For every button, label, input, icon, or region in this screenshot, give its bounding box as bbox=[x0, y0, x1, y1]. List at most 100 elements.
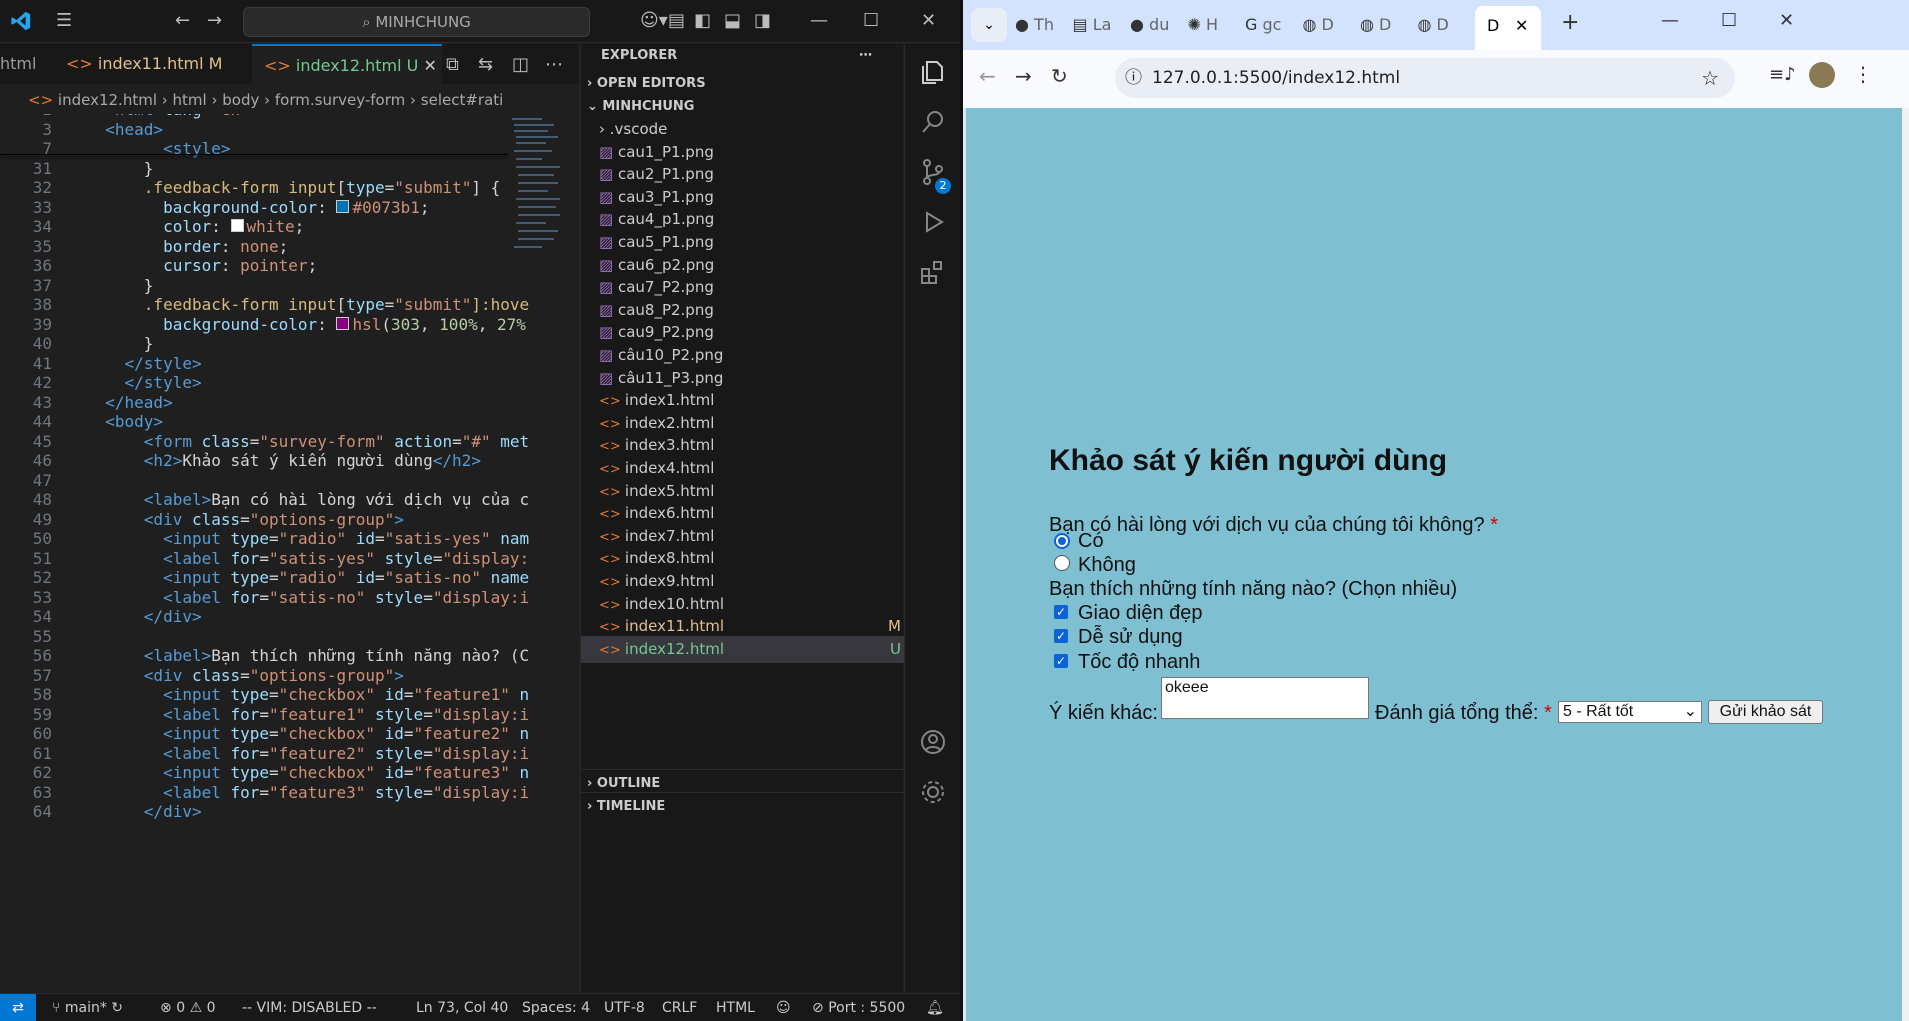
breadcrumb-item[interactable]: index12.html bbox=[58, 91, 157, 109]
avatar[interactable] bbox=[1809, 62, 1835, 88]
image-file-icon: ▨ bbox=[599, 233, 618, 251]
more-menu-icon[interactable]: ⋮ bbox=[1853, 62, 1873, 86]
open-preview-icon[interactable]: ⧉ bbox=[446, 54, 459, 76]
breadcrumb-item[interactable]: form.survey-form bbox=[275, 91, 405, 109]
radio-satis-no-label[interactable]: Không bbox=[1078, 554, 1136, 577]
copilot-status-icon[interactable]: ☺ bbox=[776, 994, 791, 1021]
browser-tab[interactable]: ◍ D bbox=[1360, 12, 1391, 38]
code-token: ]:hove bbox=[471, 295, 530, 314]
indentation[interactable]: Spaces: 4 bbox=[522, 994, 590, 1021]
breadcrumb: <> index12.html › html › body › form.sur… bbox=[28, 91, 504, 109]
file-item[interactable]: <> index12.html U bbox=[581, 635, 921, 663]
cursor-position[interactable]: Ln 73, Col 40 bbox=[416, 994, 508, 1021]
notifications-bell-icon[interactable]: 🔔︎ bbox=[926, 994, 944, 1021]
forward-arrow-icon[interactable]: → bbox=[207, 10, 222, 32]
browser-tab[interactable]: ✺ H bbox=[1188, 12, 1219, 38]
language-mode[interactable]: HTML bbox=[716, 994, 755, 1021]
minimap[interactable] bbox=[508, 114, 564, 284]
branch-indicator[interactable]: ⑂ main* ↻ bbox=[52, 994, 123, 1021]
menu-icon[interactable]: ☰ bbox=[56, 10, 72, 32]
tab-index12[interactable]: <> index12.html U ✕ bbox=[252, 44, 442, 86]
checkbox-feature1-label[interactable]: Giao diện đẹp bbox=[1078, 602, 1203, 625]
code-token: <input bbox=[163, 763, 231, 782]
breadcrumb-item[interactable]: body bbox=[222, 91, 259, 109]
run-debug-icon[interactable] bbox=[919, 208, 947, 236]
close-tab-icon[interactable]: ✕ bbox=[1515, 16, 1528, 35]
radio-satis-no[interactable] bbox=[1054, 555, 1070, 571]
browser-tab[interactable]: ● Th bbox=[1015, 12, 1054, 38]
back-arrow-icon[interactable]: ← bbox=[979, 64, 996, 88]
other-feedback-textarea[interactable]: okeee bbox=[1161, 677, 1369, 719]
radio-satis-yes-label[interactable]: Có bbox=[1078, 530, 1104, 553]
code-token: type bbox=[230, 568, 270, 587]
file-label: .vscode bbox=[609, 120, 668, 138]
problems-indicator[interactable]: ⊗ 0 ⚠ 0 bbox=[160, 994, 216, 1021]
browser-tab[interactable]: G gc bbox=[1245, 12, 1281, 38]
code-token: = bbox=[423, 704, 433, 724]
radio-satis-yes[interactable] bbox=[1054, 533, 1070, 549]
checkbox-feature3[interactable]: ✓ bbox=[1054, 654, 1068, 668]
more-actions-icon[interactable]: ⋯ bbox=[859, 44, 872, 68]
timeline-section[interactable]: › TIMELINE bbox=[581, 792, 909, 820]
layout-grid-icon[interactable]: ▤ bbox=[668, 10, 685, 32]
back-arrow-icon[interactable]: ← bbox=[175, 10, 190, 32]
close-window-icon[interactable]: ✕ bbox=[1779, 10, 1794, 31]
tab-html[interactable]: html bbox=[0, 44, 60, 84]
close-tab-icon[interactable]: ✕ bbox=[423, 56, 436, 75]
page-scrollbar[interactable] bbox=[1902, 108, 1909, 1021]
compare-icon[interactable]: ⇆ bbox=[478, 54, 493, 76]
explorer-files-icon[interactable] bbox=[919, 58, 947, 86]
tab-index11[interactable]: <> index11.html M bbox=[66, 44, 246, 84]
toggle-secondary-sidebar-icon[interactable]: ◨ bbox=[754, 10, 771, 32]
checkbox-feature1[interactable]: ✓ bbox=[1054, 605, 1068, 619]
reload-icon[interactable]: ↻ bbox=[1051, 64, 1068, 88]
site-info-icon[interactable]: ⓘ bbox=[1125, 68, 1142, 88]
browser-tab[interactable]: ▤ La bbox=[1073, 12, 1112, 38]
bookmark-star-icon[interactable]: ☆ bbox=[1701, 58, 1719, 98]
browser-tab[interactable]: ◍ D bbox=[1418, 12, 1449, 38]
toggle-primary-sidebar-icon[interactable]: ◧ bbox=[694, 10, 711, 32]
address-bar[interactable]: ⓘ 127.0.0.1:5500/index12.html ☆ bbox=[1115, 58, 1735, 98]
forward-arrow-icon[interactable]: → bbox=[1015, 64, 1032, 88]
minimize-icon[interactable]: — bbox=[1661, 10, 1679, 31]
maximize-icon[interactable]: ☐ bbox=[863, 10, 879, 32]
split-editor-icon[interactable]: ◫ bbox=[512, 54, 529, 76]
submit-survey-button[interactable]: Gửi khảo sát bbox=[1708, 700, 1823, 724]
browser-tab[interactable]: ◍ D bbox=[1303, 12, 1334, 38]
search-icon[interactable] bbox=[919, 108, 947, 136]
media-controls-icon[interactable]: ≡♪ bbox=[1769, 64, 1796, 85]
account-icon[interactable] bbox=[919, 728, 947, 756]
more-actions-icon[interactable]: ⋯ bbox=[545, 54, 563, 76]
line-ending[interactable]: CRLF bbox=[662, 994, 697, 1021]
maximize-icon[interactable]: ☐ bbox=[1721, 10, 1737, 31]
minimize-icon[interactable]: — bbox=[810, 10, 828, 32]
close-window-icon[interactable]: ✕ bbox=[921, 10, 936, 32]
breadcrumb-item[interactable]: select#rati bbox=[421, 91, 504, 109]
copilot-icon[interactable]: ☺▾ bbox=[640, 10, 668, 32]
remote-indicator-icon[interactable]: ⇄ bbox=[0, 994, 36, 1021]
active-browser-tab[interactable]: D ✕ bbox=[1475, 6, 1541, 50]
vim-status[interactable]: -- VIM: DISABLED -- bbox=[242, 994, 377, 1021]
code-token: for bbox=[230, 743, 260, 763]
rating-select[interactable]: 5 - Rất tốt ⌄ bbox=[1558, 701, 1702, 723]
code-editor[interactable]: 2 <html lang="en">3 <head>7 <style>31 }3… bbox=[0, 114, 578, 992]
extensions-icon[interactable] bbox=[919, 258, 947, 286]
checkbox-feature2-label[interactable]: Dễ sử dụng bbox=[1078, 626, 1183, 649]
gear-icon[interactable] bbox=[919, 778, 947, 806]
browser-tab[interactable]: ● du bbox=[1130, 12, 1169, 38]
browser-window: ⌄ ● Th ▤ La ● du ✺ H G gc ◍ D ◍ D ◍ D D ✕ + — ☐… bbox=[960, 0, 1909, 1021]
toggle-panel-icon[interactable]: ⬓ bbox=[724, 10, 741, 32]
chevron-right-icon: › bbox=[587, 799, 597, 814]
new-tab-icon[interactable]: + bbox=[1561, 10, 1579, 35]
live-server-port[interactable]: ⊘ Port : 5500 bbox=[812, 994, 905, 1021]
tab-search-icon[interactable]: ⌄ bbox=[971, 8, 1007, 42]
code-line: <input type="radio" id="satis-yes" nam bbox=[86, 529, 529, 548]
code-line: </div> bbox=[86, 607, 202, 626]
encoding[interactable]: UTF-8 bbox=[604, 994, 645, 1021]
breadcrumb-item[interactable]: html bbox=[173, 91, 207, 109]
checkbox-feature3-label[interactable]: Tốc độ nhanh bbox=[1078, 651, 1200, 674]
command-center-search[interactable]: ⌕ MINHCHUNG bbox=[243, 7, 590, 37]
code-token: [ bbox=[336, 178, 347, 197]
checkbox-feature2[interactable]: ✓ bbox=[1054, 629, 1068, 643]
